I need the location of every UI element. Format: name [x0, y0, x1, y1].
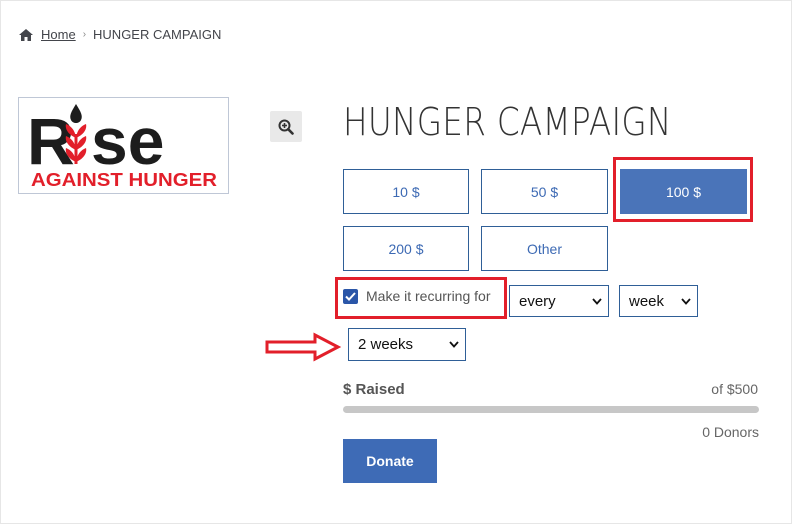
amount-200-button[interactable]: 200 $ [343, 226, 469, 271]
chevron-down-icon [592, 297, 602, 305]
breadcrumb-home-link[interactable]: Home [41, 27, 76, 42]
chevron-down-icon [681, 297, 691, 305]
unit-select[interactable]: week [619, 285, 698, 317]
home-icon [18, 28, 34, 42]
frequency-select[interactable]: every [509, 285, 609, 317]
amount-other-button[interactable]: Other [481, 226, 608, 271]
amount-10-button[interactable]: 10 $ [343, 169, 469, 214]
frequency-value: every [519, 292, 556, 310]
zoom-in-icon [278, 119, 294, 135]
logo-subtitle: AGAINST HUNGER [31, 170, 217, 190]
breadcrumb: Home › HUNGER CAMPAIGN [18, 27, 221, 42]
recurring-checkbox[interactable] [343, 288, 358, 304]
duration-select[interactable]: 2 weeks [348, 328, 466, 361]
amount-100-button[interactable]: 100 $ [620, 169, 747, 214]
goal-amount: of $500 [711, 381, 758, 397]
red-arrow-icon [265, 332, 341, 362]
progress-bar [343, 406, 759, 413]
recurring-option[interactable]: Make it recurring for [343, 288, 490, 304]
checkmark-icon [345, 291, 356, 301]
campaign-logo[interactable]: R se AGAINST HUNGER [18, 97, 229, 194]
duration-value: 2 weeks [358, 336, 414, 353]
unit-value: week [629, 292, 665, 310]
page-title: HUNGER CAMPAIGN [343, 100, 672, 144]
zoom-button[interactable] [270, 111, 302, 142]
donate-button[interactable]: Donate [343, 439, 437, 483]
chevron-down-icon [449, 341, 459, 348]
breadcrumb-separator-icon: › [82, 29, 87, 40]
svg-text:se: se [91, 104, 164, 178]
raised-label: $ Raised [343, 381, 405, 398]
donor-count: 0 Donors [702, 424, 759, 440]
breadcrumb-current: HUNGER CAMPAIGN [93, 27, 222, 42]
recurring-label: Make it recurring for [366, 288, 491, 304]
amount-50-button[interactable]: 50 $ [481, 169, 608, 214]
